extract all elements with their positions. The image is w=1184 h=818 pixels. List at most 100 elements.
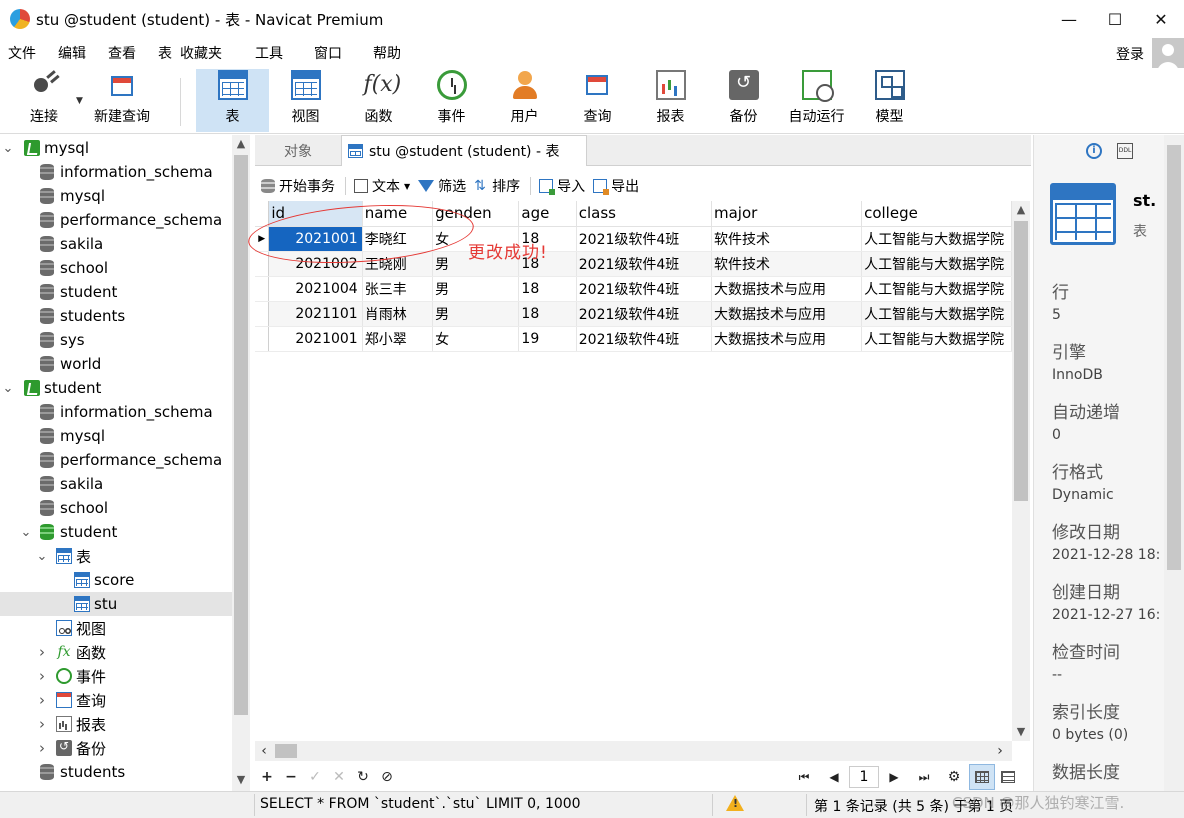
menu-favorites[interactable]: 收藏夹 [176,43,244,63]
cell-major[interactable]: 大数据技术与应用 [711,276,863,302]
menu-edit[interactable]: 编辑 [47,43,97,63]
cell-college[interactable]: 人工智能与大数据学院 [861,326,1012,352]
scroll-left-icon[interactable]: ‹ [255,741,273,761]
scroll-up-icon[interactable]: ▲ [1012,201,1030,219]
cell-id[interactable]: 2021101 [268,301,363,327]
chevron-down-icon[interactable]: ⌄ [36,549,48,564]
form-view-button[interactable] [995,764,1021,790]
cell-genden[interactable]: 男 [432,301,520,327]
delete-record-icon[interactable]: − [279,769,303,785]
nav-item-sakila[interactable]: sakila [0,472,232,496]
refresh-icon[interactable]: ↻ [351,769,375,785]
events-button[interactable]: 事件 [415,69,488,132]
nav-item-information-schema[interactable]: information_schema [0,400,232,424]
table-row[interactable]: 2021001 郑小翠女 19 2021级软件4班 大数据技术与应用 人工智能与大数据学院 [255,326,1012,352]
nav-item--[interactable]: › 查询 [0,688,232,712]
menu-file[interactable]: 文件 [0,43,47,63]
row-indicator[interactable] [255,326,270,352]
cell-major[interactable]: 大数据技术与应用 [711,301,863,327]
menu-tools[interactable]: 工具 [244,43,294,63]
sort-button[interactable]: ⇅ 排序 [474,176,520,196]
model-button[interactable]: 模型 [853,69,926,132]
new-query-button[interactable]: 新建查询 [88,69,156,132]
user-avatar-icon[interactable] [1152,38,1184,70]
cell-major[interactable]: 软件技术 [711,226,863,252]
cell-name[interactable]: 张三丰 [362,276,434,302]
chevron-right-icon[interactable]: › [36,691,48,709]
nav-item--[interactable]: › fx 函数 [0,640,232,664]
pager-settings-icon[interactable]: ⚙ [939,769,969,785]
nav-item-school[interactable]: school [0,256,232,280]
cell-class[interactable]: 2021级软件4班 [576,301,712,327]
scroll-down-icon[interactable]: ▼ [232,771,250,789]
add-record-icon[interactable]: + [255,769,279,785]
scroll-thumb[interactable] [1167,145,1181,570]
cell-class[interactable]: 2021级软件4班 [576,326,712,352]
menu-table[interactable]: 表 [147,43,176,63]
nav-item-students[interactable]: students [0,304,232,328]
cell-id[interactable]: 2021004 [268,276,363,302]
first-page-icon[interactable]: ⏮ [789,770,819,785]
nav-item-mysql[interactable]: mysql [0,184,232,208]
info-panel-scrollbar[interactable] [1164,135,1184,791]
cell-class[interactable]: 2021级软件4班 [576,251,712,277]
nav-item--[interactable]: › 报表 [0,712,232,736]
close-button[interactable]: ✕ [1138,0,1184,38]
text-button[interactable]: 文本 ▼ [354,176,410,196]
column-header-class[interactable]: class [576,201,712,227]
nav-item--[interactable]: › 备份 [0,736,232,760]
chevron-right-icon[interactable]: › [36,643,48,661]
menu-help[interactable]: 帮助 [353,43,412,63]
chevron-right-icon[interactable]: › [36,715,48,733]
grid-horizontal-scrollbar[interactable]: ‹ › [255,741,1012,761]
tables-button[interactable]: 表 [196,69,269,132]
views-button[interactable]: 视图 [269,69,342,132]
menu-view[interactable]: 查看 [97,43,147,63]
cell-genden[interactable]: 男 [432,276,520,302]
nav-item-score[interactable]: score [0,568,232,592]
chevron-right-icon[interactable]: › [36,739,48,757]
backup-button[interactable]: 备份 [707,69,780,132]
page-number-input[interactable]: 1 [849,766,879,788]
grid-view-button[interactable] [969,764,995,790]
cell-college[interactable]: 人工智能与大数据学院 [861,276,1012,302]
nav-item-school[interactable]: school [0,496,232,520]
last-page-icon[interactable]: ⏭ [909,770,939,785]
import-button[interactable]: 导入 [539,176,585,196]
tab-stu-table[interactable]: stu @student (student) - 表 [341,135,587,166]
nav-item-performance-schema[interactable]: performance_schema [0,448,232,472]
scroll-thumb[interactable] [234,155,248,715]
nav-item-world[interactable]: world [0,352,232,376]
chevron-right-icon[interactable]: › [36,667,48,685]
scroll-right-icon[interactable]: › [991,741,1009,761]
next-page-icon[interactable]: ▶ [879,770,909,784]
export-button[interactable]: 导出 [593,176,639,196]
minimize-button[interactable]: — [1046,0,1092,38]
cell-college[interactable]: 人工智能与大数据学院 [861,251,1012,277]
nav-item-stu[interactable]: stu [0,592,232,616]
navigation-scrollbar[interactable]: ▲ ▼ [232,135,250,791]
tab-objects[interactable]: 对象 [255,135,341,166]
stop-icon[interactable]: ⊘ [375,769,399,785]
nav-item-student[interactable]: ⌄ student [0,376,232,400]
nav-item-students[interactable]: students [0,760,232,784]
menu-window[interactable]: 窗口 [294,43,353,63]
nav-item-student[interactable]: ⌄ student [0,520,232,544]
nav-item-sys[interactable]: sys [0,328,232,352]
scroll-thumb[interactable] [1014,221,1028,501]
apply-changes-icon[interactable]: ✓ [303,769,327,785]
nav-item-mysql[interactable]: mysql [0,424,232,448]
cell-name[interactable]: 郑小翠 [362,326,434,352]
chevron-down-icon[interactable]: ⌄ [2,141,14,156]
row-indicator[interactable] [255,301,270,327]
queries-button[interactable]: 查询 [561,69,634,132]
column-header-age[interactable]: age [518,201,577,227]
nav-item-information-schema[interactable]: information_schema [0,160,232,184]
scroll-thumb[interactable] [275,744,297,758]
maximize-button[interactable]: ☐ [1092,0,1138,38]
previous-page-icon[interactable]: ◀ [819,770,849,784]
cell-genden[interactable]: 女 [432,326,520,352]
cell-major[interactable]: 软件技术 [711,251,863,277]
scroll-down-icon[interactable]: ▼ [1012,723,1030,741]
cell-college[interactable]: 人工智能与大数据学院 [861,301,1012,327]
